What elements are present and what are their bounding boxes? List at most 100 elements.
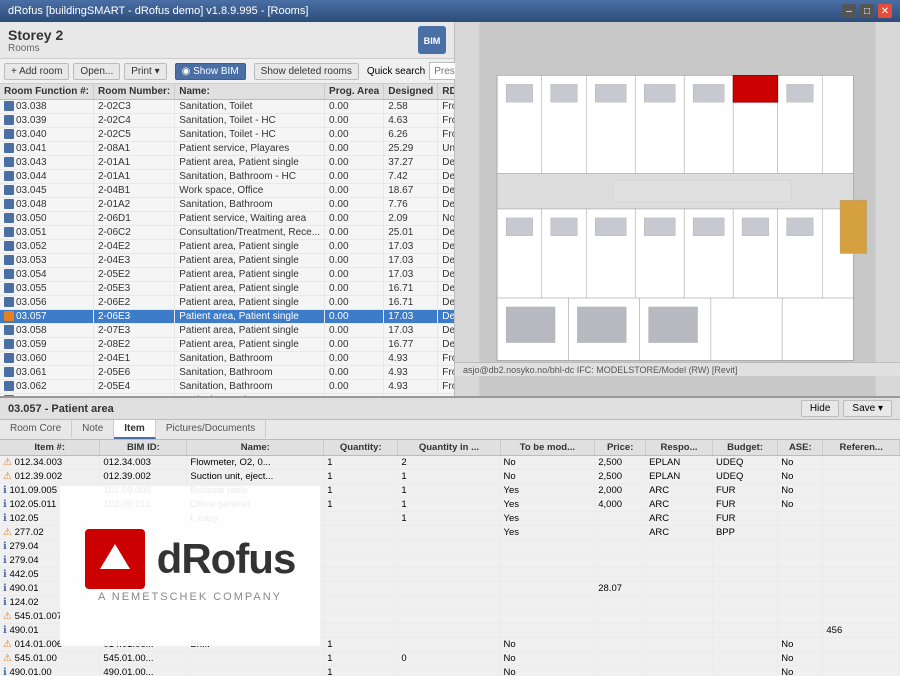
- table-cell: [712, 582, 777, 596]
- table-cell: Patient area, Patient single: [175, 156, 325, 170]
- table-cell: 2-06C2: [94, 226, 175, 240]
- table-row[interactable]: 03.0562-06E2Patient area, Patient single…: [0, 296, 454, 310]
- table-row[interactable]: 03.0582-07E3Patient area, Patient single…: [0, 324, 454, 338]
- tab-room-core[interactable]: Room Core: [0, 420, 72, 439]
- items-col-header: Budget:: [712, 440, 777, 456]
- table-cell: [778, 596, 823, 610]
- row-icon: [4, 213, 14, 223]
- table-row[interactable]: 03.0392-02C4Sanitation, Toilet - HC0.004…: [0, 114, 454, 128]
- hide-button[interactable]: Hide: [801, 400, 840, 417]
- table-cell: [712, 554, 777, 568]
- table-cell: [187, 666, 324, 676]
- table-cell: [823, 568, 900, 582]
- table-cell: From SR.065: [438, 352, 454, 366]
- table-row[interactable]: 03.0522-04E2Patient area, Patient single…: [0, 240, 454, 254]
- table-cell: Derived from SR...: [438, 240, 454, 254]
- info-icon: ℹ: [3, 569, 7, 580]
- table-cell: [646, 568, 713, 582]
- window-title: dRofus [buildingSMART - dRofus demo] v1.…: [8, 5, 308, 17]
- table-cell: 1: [324, 498, 398, 512]
- table-cell: [646, 540, 713, 554]
- tab-item[interactable]: Item: [114, 420, 156, 439]
- close-button[interactable]: ✕: [878, 4, 892, 18]
- info-icon: ℹ: [3, 583, 7, 594]
- table-cell: [398, 526, 500, 540]
- items-col-header: BIM ID:: [100, 440, 187, 456]
- warn-icon: ⚠: [3, 611, 12, 622]
- table-row[interactable]: 03.0612-05E6Sanitation, Bathroom0.004.93…: [0, 366, 454, 380]
- table-row[interactable]: 03.0382-02C3Sanitation, Toilet0.002.58Fr…: [0, 100, 454, 114]
- table-row[interactable]: 03.0442-01A1Sanitation, Bathroom - HC0.0…: [0, 170, 454, 184]
- rooms-col-header: RDS status: [438, 84, 454, 100]
- quick-search-label: Quick search: [367, 66, 425, 77]
- tab-note[interactable]: Note: [72, 420, 114, 439]
- table-cell: Not created: [438, 212, 454, 226]
- table-cell: 012.39.002: [100, 470, 187, 484]
- table-row[interactable]: 03.0502-06D1Patient service, Waiting are…: [0, 212, 454, 226]
- table-cell: 2.58: [384, 100, 438, 114]
- table-cell: Sanitation, Bathroom: [175, 366, 325, 380]
- table-row[interactable]: 03.0512-06C2Consultation/Treatment, Rece…: [0, 226, 454, 240]
- table-row[interactable]: 03.0482-01A2Sanitation, Bathroom0.007.76…: [0, 198, 454, 212]
- table-cell: 03.060: [0, 352, 94, 366]
- items-col-header: Respo...: [646, 440, 713, 456]
- table-row[interactable]: 03.0532-04E3Patient area, Patient single…: [0, 254, 454, 268]
- show-bim-button[interactable]: ◉ Show BIM: [175, 63, 246, 80]
- table-cell: [398, 582, 500, 596]
- table-cell: No: [500, 456, 595, 470]
- table-row[interactable]: 03.0402-02C5Sanitation, Toilet - HC0.006…: [0, 128, 454, 142]
- table-cell: [324, 582, 398, 596]
- table-cell: 03.053: [0, 254, 94, 268]
- table-cell: [398, 610, 500, 624]
- table-cell: Sanitation, Toilet - HC: [175, 114, 325, 128]
- table-row[interactable]: 03.0412-08A1Patient service, Playares0.0…: [0, 142, 454, 156]
- table-row[interactable]: 03.0622-05E4Sanitation, Bathroom0.004.93…: [0, 380, 454, 394]
- table-row[interactable]: ⚠ 545.01.00545.01.00...10NoNo: [0, 652, 900, 666]
- items-col-header: Quantity:: [324, 440, 398, 456]
- table-cell: 2-04B1: [94, 184, 175, 198]
- table-cell: [595, 526, 646, 540]
- table-cell: 1: [324, 484, 398, 498]
- table-row[interactable]: 03.0552-05E3Patient area, Patient single…: [0, 282, 454, 296]
- table-cell: [595, 540, 646, 554]
- table-row[interactable]: ℹ 490.01.00490.01.00...1NoNo: [0, 666, 900, 676]
- table-cell: [324, 554, 398, 568]
- table-row[interactable]: 03.0542-05E2Patient area, Patient single…: [0, 268, 454, 282]
- row-icon: [4, 311, 14, 321]
- table-cell: Derived from SR...: [438, 198, 454, 212]
- table-cell: 17.03: [384, 324, 438, 338]
- table-cell: No: [500, 652, 595, 666]
- table-row[interactable]: 03.0602-04E1Sanitation, Bathroom0.004.93…: [0, 352, 454, 366]
- table-cell: 0.00: [325, 282, 384, 296]
- table-cell: FUR: [712, 498, 777, 512]
- table-row[interactable]: ⚠ 012.34.003012.34.003Flowmeter, O2, 0..…: [0, 456, 900, 470]
- table-row[interactable]: 03.0452-04B1Work space, Office0.0018.67D…: [0, 184, 454, 198]
- table-cell: 03.059: [0, 338, 94, 352]
- table-cell: BPP: [712, 526, 777, 540]
- table-cell: 545.01.00...: [100, 652, 187, 666]
- show-deleted-button[interactable]: Show deleted rooms: [254, 63, 359, 80]
- table-cell: [823, 652, 900, 666]
- room-name-bar-actions: Hide Save ▾: [801, 400, 892, 417]
- rooms-col-header: Room Function #:: [0, 84, 94, 100]
- table-cell: Patient service, Playares: [175, 142, 325, 156]
- table-cell: 03.055: [0, 282, 94, 296]
- 3d-view[interactable]: Number of rooms: 110 Total programmed ar…: [455, 22, 900, 396]
- add-room-button[interactable]: + Add room: [4, 63, 69, 80]
- table-row[interactable]: ⚠ 012.39.002012.39.002Suction unit, ejec…: [0, 470, 900, 484]
- table-cell: 1: [324, 666, 398, 676]
- save-button[interactable]: Save ▾: [843, 400, 892, 417]
- print-button[interactable]: Print ▾: [124, 63, 166, 80]
- minimize-button[interactable]: –: [842, 4, 856, 18]
- row-icon: [4, 101, 14, 111]
- toolbar: + Add room Open... Print ▾ ◉ Show BIM Sh…: [0, 59, 454, 84]
- table-cell: 03.056: [0, 296, 94, 310]
- open-button[interactable]: Open...: [73, 63, 120, 80]
- table-row[interactable]: 03.0432-01A1Patient area, Patient single…: [0, 156, 454, 170]
- tab-pictures-documents[interactable]: Pictures/Documents: [156, 420, 266, 439]
- table-cell: [712, 540, 777, 554]
- table-row[interactable]: 03.0572-06E3Patient area, Patient single…: [0, 310, 454, 324]
- rooms-table-wrapper[interactable]: Room Function #:Room Number:Name:Prog. A…: [0, 84, 454, 396]
- table-row[interactable]: 03.0592-08E2Patient area, Patient single…: [0, 338, 454, 352]
- maximize-button[interactable]: □: [860, 4, 874, 18]
